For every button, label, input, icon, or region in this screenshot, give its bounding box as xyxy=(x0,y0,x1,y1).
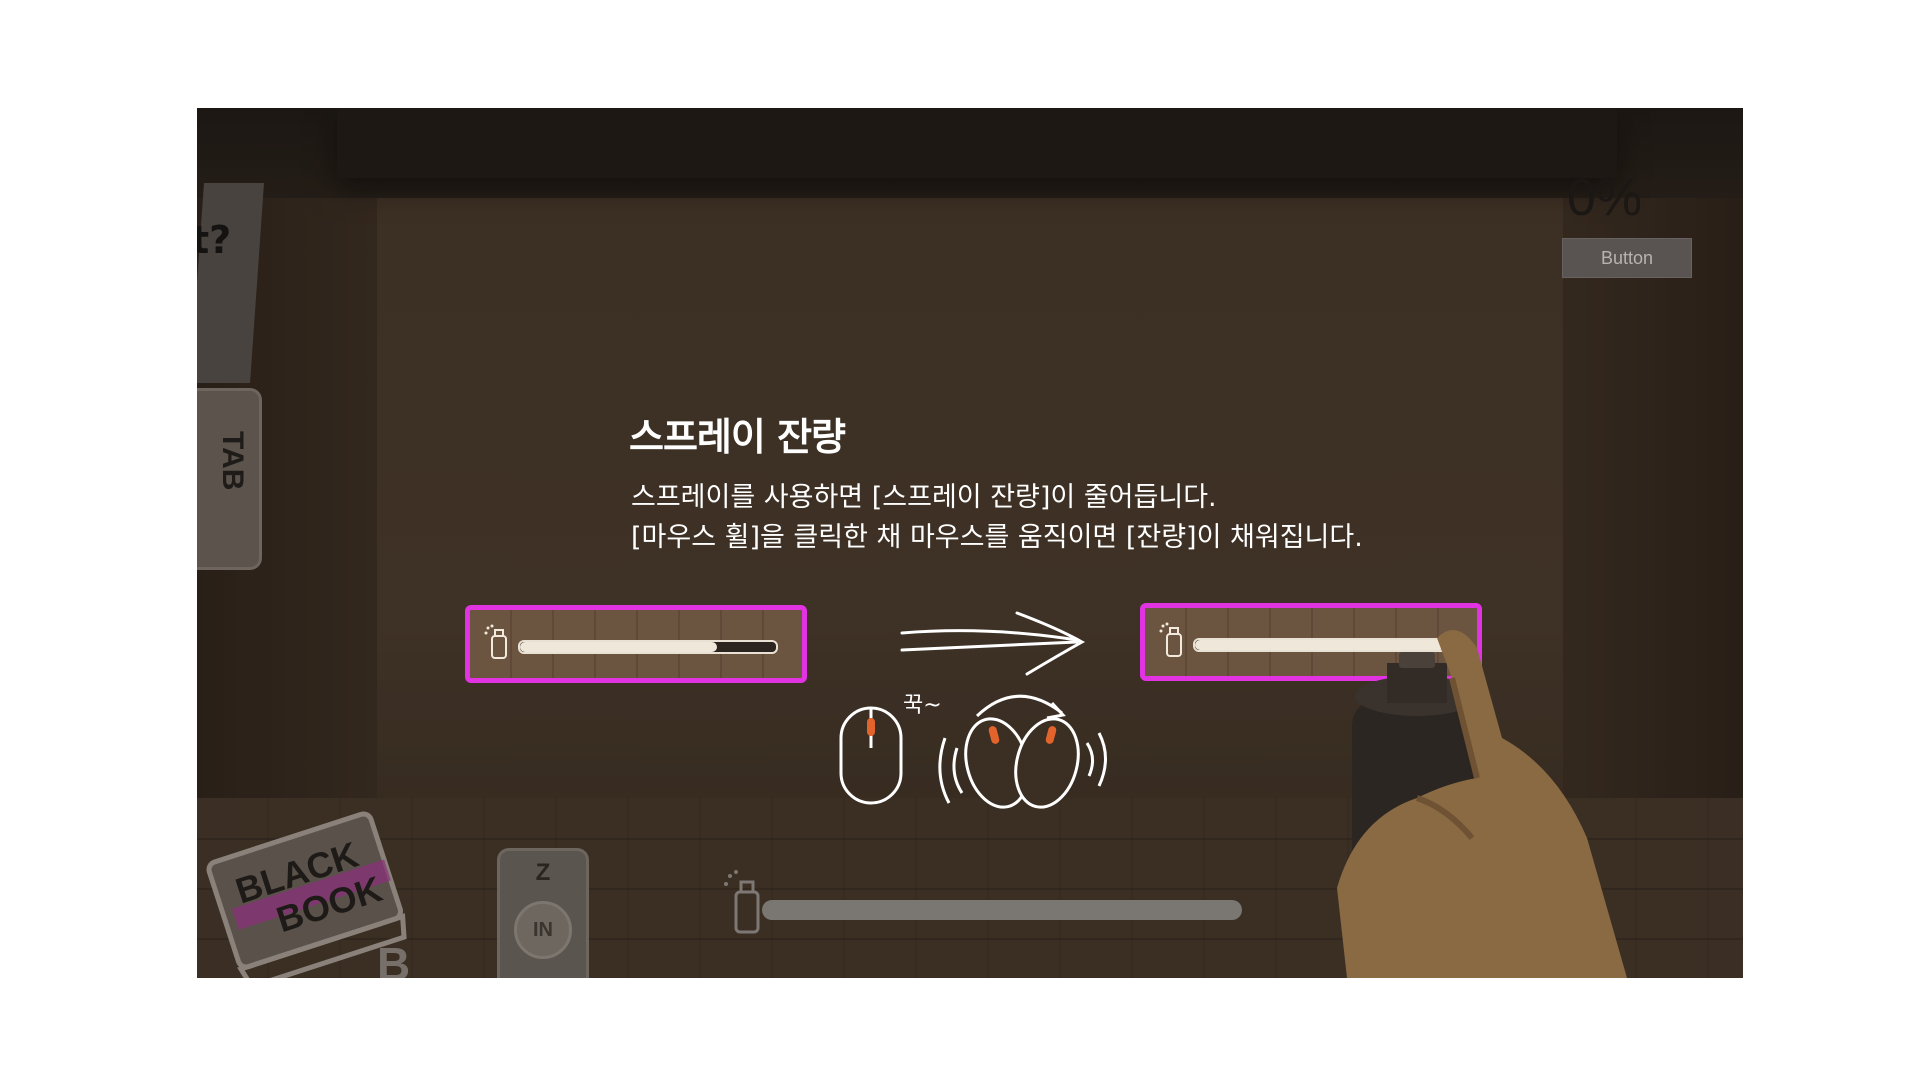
black-book-icon[interactable]: BLACK BOOK B xyxy=(197,768,457,978)
right-arrow-icon xyxy=(900,611,1086,676)
spray-can-icon xyxy=(484,624,507,659)
zoom-in-button[interactable]: IN xyxy=(514,901,572,959)
progress-percent: 0% xyxy=(1567,169,1643,227)
mouse-icon xyxy=(839,706,903,805)
mouse-wheel-illustration: 꾹~ xyxy=(839,693,1107,809)
tutorial-line-2: [마우스 휠]을 클릭한 채 마우스를 움직이면 [잔량]이 채워집니다. xyxy=(631,522,1363,553)
z-key-label: Z xyxy=(535,859,551,886)
player-hand-spray-can xyxy=(1337,630,1627,978)
spray-gauge-track xyxy=(518,640,778,654)
tab-key-label: TAB xyxy=(216,431,249,491)
tutorial-line-1: 스프레이를 사용하면 [스프레이 잔량]이 줄어듭니다. xyxy=(631,482,1217,513)
debug-button[interactable]: Button xyxy=(1562,238,1692,278)
moving-mouse-icon xyxy=(938,694,1107,809)
black-book-key: B xyxy=(377,938,410,978)
press-sound-text: 꾹~ xyxy=(903,693,942,718)
tab-key-hint[interactable]: TAB xyxy=(197,388,262,570)
z-key-hint[interactable]: Z IN xyxy=(497,848,589,978)
spray-can-icon xyxy=(1159,622,1182,657)
spray-gauge-before xyxy=(465,605,807,683)
game-viewport[interactable]: t? 0% Button TAB 스프레이 잔량 스프레이를 사용하면 [스프레… xyxy=(197,108,1743,978)
spray-remaining-bar xyxy=(762,900,1242,920)
tutorial-title: 스프레이 잔량 xyxy=(629,415,846,459)
spray-gauge-fill xyxy=(520,642,718,652)
tutorial-description: 스프레이를 사용하면 [스프레이 잔량]이 줄어듭니다. [마우스 휠]을 클릭… xyxy=(631,478,1363,558)
